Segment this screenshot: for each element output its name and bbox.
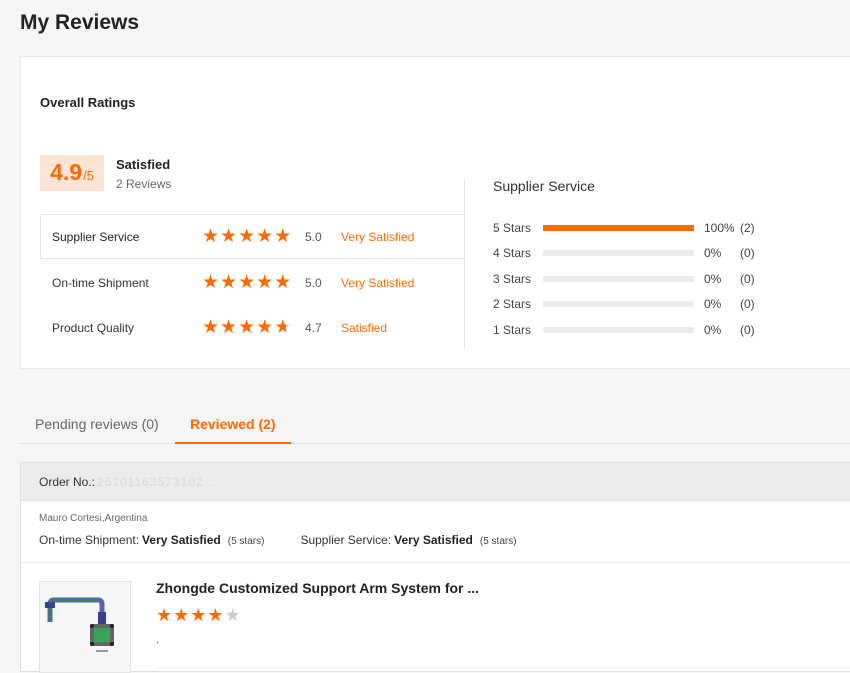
divider [21, 562, 850, 563]
distribution-bar [543, 327, 694, 333]
star-icon: ★ [190, 605, 207, 625]
distribution-label: 5 Stars [493, 221, 532, 235]
service-label: Supplier Service: [300, 533, 392, 547]
category-score: 5.0 [305, 275, 322, 290]
category-name: On-time Shipment [52, 275, 149, 290]
distribution-row: 4 Stars 0% (0) [493, 244, 770, 262]
star-icon: ★ [220, 317, 238, 338]
shipment-label: On-time Shipment: [39, 533, 140, 547]
category-desc: Very Satisfied [341, 275, 415, 290]
tab-reviewed[interactable]: Reviewed (2) [175, 405, 291, 444]
order-header: Order No.: 25101163573102 ... [21, 463, 850, 501]
star-icon: ★ [274, 226, 292, 247]
distribution-count: (2) [740, 221, 755, 235]
distribution-label: 1 Stars [493, 323, 532, 337]
product-rating-stars: ★ ★ ★ ★ ★ [156, 606, 241, 624]
order-no-value[interactable]: 25101163573102 ... [97, 475, 221, 489]
category-stars: ★ ★ ★ ★ ★ [202, 318, 305, 337]
tab-pending-reviews[interactable]: Pending reviews (0) [20, 405, 174, 442]
distribution-row: 1 Stars 0% (0) [493, 321, 770, 339]
distribution-percent: 0% [704, 297, 722, 311]
product-image-icon [40, 582, 130, 672]
distribution-percent: 100% [704, 221, 735, 235]
distribution-bar [543, 301, 694, 307]
category-score: 4.7 [305, 320, 322, 335]
star-icon: ★ [202, 272, 220, 293]
product-comment: . [156, 634, 160, 646]
product-thumbnail[interactable] [39, 581, 131, 673]
star-icon: ★ [173, 605, 190, 625]
distribution-bar [543, 250, 694, 256]
distribution-title: Supplier Service [493, 178, 595, 194]
overall-score: 4.9 [50, 159, 83, 185]
order-review-card: Order No.: 25101163573102 ... Mauro Cort… [20, 462, 850, 673]
service-stars: (5 stars) [479, 536, 517, 547]
overall-ratings-title: Overall Ratings [40, 95, 136, 110]
review-summary: On-time Shipment: Very Satisfied (5 star… [39, 533, 517, 547]
shipment-stars: (5 stars) [227, 536, 265, 547]
distribution-row: 5 Stars 100% (2) [493, 219, 770, 237]
category-name: Product Quality [52, 320, 135, 335]
star-icon: ★ [238, 226, 256, 247]
distribution-count: (0) [740, 297, 755, 311]
reviewer-name: Mauro Cortesi,Argentina [39, 513, 148, 524]
category-score: 5.0 [305, 229, 322, 244]
distribution-row: 2 Stars 0% (0) [493, 295, 770, 313]
overall-score-badge: 4.9 /5 [40, 155, 104, 191]
distribution-row: 3 Stars 0% (0) [493, 270, 770, 288]
overall-score-max: /5 [83, 168, 94, 183]
distribution-count: (0) [740, 272, 755, 286]
category-name: Supplier Service [52, 229, 140, 244]
category-row-product-quality[interactable]: Product Quality ★ ★ ★ ★ ★ 4.7 Satisfied [40, 305, 465, 350]
star-icon: ★ [256, 272, 274, 293]
distribution-percent: 0% [704, 272, 722, 286]
star-icon: ★ [238, 317, 256, 338]
review-tabs: Pending reviews (0) Reviewed (2) [20, 405, 850, 444]
star-icon: ★ [256, 226, 274, 247]
distribution-percent: 0% [704, 323, 722, 337]
product-title[interactable]: Zhongde Customized Support Arm System fo… [156, 580, 479, 596]
star-icon: ★ [256, 317, 274, 338]
category-row-on-time-shipment[interactable]: On-time Shipment ★ ★ ★ ★ ★ 5.0 Very Satisfie… [40, 260, 465, 305]
category-stars: ★ ★ ★ ★ ★ [202, 273, 305, 292]
overall-score-label: Satisfied [116, 157, 171, 172]
distribution-label: 2 Stars [493, 297, 532, 311]
star-icon: ★ [220, 272, 238, 293]
star-icon: ★ [202, 226, 220, 247]
star-icon: ★ [156, 605, 173, 625]
distribution-count: (0) [740, 323, 755, 337]
star-icon: ★ [220, 226, 238, 247]
distribution-bar [543, 225, 694, 231]
category-row-supplier-service[interactable]: Supplier Service ★ ★ ★ ★ ★ 5.0 Very Satisfie… [40, 214, 465, 259]
page-title: My Reviews [20, 11, 140, 34]
distribution-label: 4 Stars [493, 246, 532, 260]
service-value: Very Satisfied [394, 533, 473, 547]
star-icon: ★ [202, 317, 220, 338]
overall-review-count: 2 Reviews [116, 177, 172, 191]
shipment-value: Very Satisfied [142, 533, 221, 547]
category-desc: Very Satisfied [341, 229, 415, 244]
distribution-label: 3 Stars [493, 272, 532, 286]
distribution-bar-fill [543, 225, 694, 231]
distribution-count: (0) [740, 246, 755, 260]
distribution-percent: 0% [704, 246, 722, 260]
star-icon: ★ [274, 317, 292, 338]
star-icon: ★ [224, 605, 241, 625]
category-stars: ★ ★ ★ ★ ★ [202, 227, 305, 246]
star-icon: ★ [274, 272, 292, 293]
order-no-label: Order No.: [39, 474, 96, 489]
star-icon: ★ [238, 272, 256, 293]
vertical-divider [464, 178, 465, 350]
overall-ratings-card: Overall Ratings 4.9 /5 Satisfied 2 Revie… [20, 56, 850, 369]
distribution-bar [543, 276, 694, 282]
category-desc: Satisfied [341, 320, 388, 335]
star-icon: ★ [207, 605, 224, 625]
